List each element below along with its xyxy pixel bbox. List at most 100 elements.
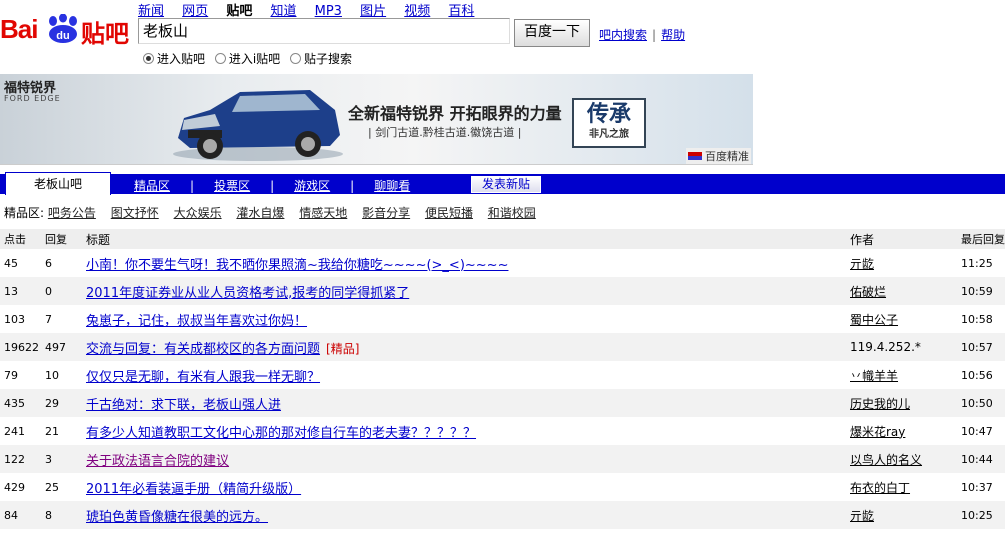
replies-cell-text: 3 — [45, 452, 52, 466]
author-cell: 布衣的白丁 — [846, 473, 957, 501]
last-reply-cell: 10:59 — [957, 277, 1005, 305]
last-reply-cell-text: 10:58 — [961, 312, 993, 326]
thread-title-link[interactable]: 2011年必看装逼手册（精简升级版） — [86, 482, 301, 497]
radio-enter-itieba[interactable]: 进入i贴吧 — [214, 50, 280, 67]
subnav-item[interactable]: 吧务公告 — [48, 206, 96, 220]
tab-game[interactable]: 游戏区 — [294, 179, 330, 193]
subnav-item[interactable]: 便民短播 — [425, 206, 473, 220]
author-cell-text[interactable]: 布衣的白丁 — [850, 481, 910, 495]
help-link[interactable]: 帮助 — [661, 28, 685, 42]
author-cell-text[interactable]: 以鸟人的名义 — [850, 453, 922, 467]
author-cell-text[interactable]: 爆米花ray — [850, 425, 905, 439]
thread-title-link[interactable]: 千古绝对：求下联，老板山强人进 — [86, 398, 281, 413]
new-post-button[interactable]: 发表新贴 — [471, 176, 541, 193]
last-reply-cell: 10:47 — [957, 417, 1005, 445]
search-button[interactable]: 百度一下 — [514, 19, 590, 47]
replies-cell-text: 29 — [45, 396, 59, 410]
subnav-item[interactable]: 灌水自爆 — [236, 206, 284, 220]
tab-chat[interactable]: 聊聊看 — [374, 179, 410, 193]
ad-label[interactable]: 百度精准 — [686, 148, 751, 164]
author-cell: 蜀中公子 — [846, 305, 957, 333]
clicks-cell-text: 241 — [4, 424, 25, 438]
search-input[interactable] — [138, 18, 510, 44]
last-reply-cell-text: 10:50 — [961, 396, 993, 410]
author-cell-text[interactable]: 丷幟羊羊 — [850, 369, 898, 383]
paw-logo-icon: du — [49, 14, 77, 43]
search-in-bar-link[interactable]: 吧内搜索 — [599, 28, 647, 42]
col-last-reply: 最后回复 — [957, 229, 1005, 249]
replies-cell: 497 — [41, 333, 82, 361]
title-cell: 琥珀色黄昏像糖在很美的远方。 — [82, 501, 846, 529]
nav-mp3[interactable]: MP3 — [315, 4, 342, 19]
thread-list-header: 点击 回复 标题 作者 最后回复 — [0, 229, 1005, 249]
clicks-cell-text: 19622 — [4, 340, 39, 354]
thread-title-link[interactable]: 2011年度证券业从业人员资格考试,报考的同学得抓紧了 — [86, 286, 409, 301]
banner-brand-sub: FORD EDGE — [4, 94, 61, 103]
col-replies: 回复 — [41, 229, 82, 249]
baidu-tieba-logo[interactable]: Bai du 贴吧 — [0, 0, 132, 48]
subnav-item[interactable]: 大众娱乐 — [174, 206, 222, 220]
badge-sub: 非凡之旅 — [589, 129, 629, 140]
radio-dot-icon — [290, 53, 302, 64]
thread-title-link[interactable]: 关于政法语言合院的建议 — [86, 454, 229, 469]
author-cell-text[interactable]: 亓龁 — [850, 509, 874, 523]
subnav-item[interactable]: 情感天地 — [299, 206, 347, 220]
title-cell: 小南！你不要生气呀！我不晒你果照滴~我给你糖吃~~~~(>_<)~~~~ — [82, 249, 846, 277]
last-reply-cell-text: 10:37 — [961, 480, 993, 494]
clicks-cell-text: 429 — [4, 480, 25, 494]
author-cell: 119.4.252.* — [846, 333, 957, 361]
author-cell: 亓龁 — [846, 249, 957, 277]
thread-title-link[interactable]: 琥珀色黄昏像糖在很美的远方。 — [86, 510, 268, 525]
replies-cell-text: 8 — [45, 508, 52, 522]
replies-cell: 7 — [41, 305, 82, 333]
subnav-item[interactable]: 图文抒怀 — [111, 206, 159, 220]
tab-separator: | — [190, 179, 195, 193]
nav-video[interactable]: 视频 — [404, 4, 430, 19]
replies-cell: 25 — [41, 473, 82, 501]
tab-vote[interactable]: 投票区 — [214, 179, 250, 193]
replies-cell: 29 — [41, 389, 82, 417]
last-reply-cell: 10:44 — [957, 445, 1005, 473]
thread-title-link[interactable]: 小南！你不要生气呀！我不晒你果照滴~我给你糖吃~~~~(>_<)~~~~ — [86, 258, 508, 273]
nav-zhidao[interactable]: 知道 — [270, 4, 296, 19]
author-cell-text[interactable]: 119.4.252.* — [850, 340, 921, 354]
nav-images[interactable]: 图片 — [360, 4, 386, 19]
top-links: 吧内搜索 | 帮助 — [599, 26, 685, 43]
author-cell-text[interactable]: 亓龁 — [850, 257, 874, 271]
col-title: 标题 — [82, 229, 846, 249]
ad-label-text: 百度精准 — [705, 150, 749, 163]
banner-subtitle: | 剑门古道.黔桂古道.徽饶古道 | — [368, 126, 522, 139]
title-cell: 有多少人知道教职工文化中心那的那对修自行车的老夫妻？？？？？ — [82, 417, 846, 445]
subnav-item[interactable]: 影音分享 — [362, 206, 410, 220]
author-cell-text[interactable]: 佑破烂 — [850, 285, 886, 299]
thread-title-link[interactable]: 兔崽子，记住，叔叔当年喜欢过你妈！ — [86, 314, 307, 329]
clicks-cell-text: 84 — [4, 508, 18, 522]
clicks-cell-text: 122 — [4, 452, 25, 466]
author-cell-text[interactable]: 蜀中公子 — [850, 313, 898, 327]
radio-dot-icon — [143, 53, 154, 64]
replies-cell-text: 25 — [45, 480, 59, 494]
thread-title-link[interactable]: 有多少人知道教职工文化中心那的那对修自行车的老夫妻？？？？？ — [86, 426, 476, 441]
tab-jingpin[interactable]: 精品区 — [134, 179, 170, 193]
thread-title-link[interactable]: 仅仅只是无聊，有米有人跟我一样无聊？ — [86, 370, 320, 385]
nav-baike[interactable]: 百科 — [448, 4, 474, 19]
replies-cell-text: 10 — [45, 368, 59, 382]
clicks-cell-text: 13 — [4, 284, 18, 298]
last-reply-cell-text: 10:56 — [961, 368, 993, 382]
top-nav: 新闻 网页 贴吧 知道 MP3 图片 视频 百科 — [138, 0, 488, 19]
tab-separator: | — [270, 179, 275, 193]
ford-ad-banner[interactable]: 福特锐界 FORD EDGE 全新福特锐界 开拓眼界的力量 | 剑门古道.黔桂古… — [0, 74, 753, 165]
clicks-cell: 84 — [0, 501, 41, 529]
subnav-item[interactable]: 和谐校园 — [488, 206, 536, 220]
author-cell-text[interactable]: 历史我的儿 — [850, 397, 910, 411]
radio-post-search[interactable]: 贴子搜索 — [290, 50, 352, 67]
radio-enter-tieba[interactable]: 进入贴吧 — [143, 50, 205, 67]
jingpin-badge[interactable]: [精品] — [326, 342, 359, 356]
tab-bar-home[interactable]: 老板山吧 — [5, 172, 111, 195]
nav-news[interactable]: 新闻 — [138, 4, 164, 19]
thread-title-link[interactable]: 交流与回复：有关成都校区的各方面问题 — [86, 342, 320, 357]
last-reply-cell: 10:25 — [957, 501, 1005, 529]
last-reply-cell-text: 10:47 — [961, 424, 993, 438]
jingpin-subnav: 精品区: 吧务公告 图文抒怀 大众娱乐 灌水自爆 情感天地 影音分享 便民短播 … — [4, 204, 547, 221]
nav-web[interactable]: 网页 — [182, 4, 208, 19]
